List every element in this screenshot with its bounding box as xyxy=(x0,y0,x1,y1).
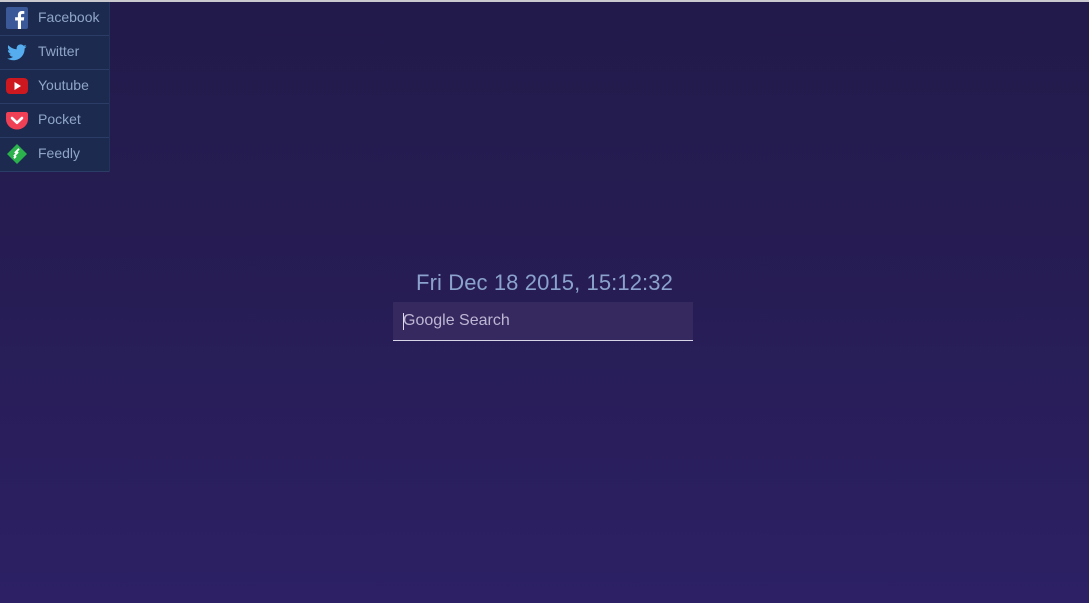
sidebar-item-label: Twitter xyxy=(38,43,80,59)
sidebar-item-youtube[interactable]: Youtube xyxy=(0,70,109,104)
youtube-icon xyxy=(6,78,28,94)
twitter-icon xyxy=(7,44,27,61)
window-top-border xyxy=(0,0,1089,2)
sidebar: Facebook Twitter Youtube Pocket Feedly xyxy=(0,2,110,172)
sidebar-item-pocket[interactable]: Pocket xyxy=(0,104,109,138)
sidebar-item-label: Facebook xyxy=(38,9,100,25)
facebook-icon xyxy=(6,7,28,29)
sidebar-item-label: Pocket xyxy=(38,111,81,127)
google-search-input[interactable] xyxy=(393,302,693,340)
sidebar-item-feedly[interactable]: Feedly xyxy=(0,138,109,172)
sidebar-item-twitter[interactable]: Twitter xyxy=(0,36,109,70)
feedly-icon xyxy=(7,144,27,164)
sidebar-item-label: Youtube xyxy=(38,77,89,93)
text-caret xyxy=(403,313,404,330)
date-time-display: Fri Dec 18 2015, 15:12:32 xyxy=(416,270,673,295)
search-box[interactable] xyxy=(393,302,693,341)
sidebar-item-facebook[interactable]: Facebook xyxy=(0,2,109,36)
sidebar-item-label: Feedly xyxy=(38,145,81,161)
pocket-icon xyxy=(6,112,28,130)
